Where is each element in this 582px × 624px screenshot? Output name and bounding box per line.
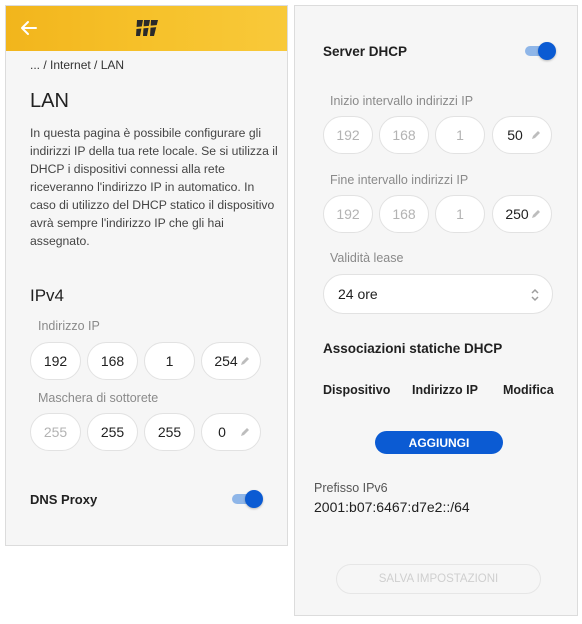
subnet-mask-label: Maschera di sottorete xyxy=(38,391,159,405)
end-octet-1: 192 xyxy=(323,195,373,233)
lease-value: 24 ore xyxy=(338,286,378,302)
dhcp-server-toggle[interactable] xyxy=(525,41,556,61)
back-arrow-icon[interactable] xyxy=(18,17,40,39)
top-bar xyxy=(6,6,287,51)
column-ip-address: Indirizzo IP xyxy=(412,383,478,397)
static-dhcp-title: Associazioni statiche DHCP xyxy=(323,341,503,356)
ipv4-section-title: IPv4 xyxy=(30,286,65,305)
page-title: LAN xyxy=(30,90,69,112)
mask-octet-2[interactable]: 255 xyxy=(87,413,138,451)
column-edit: Modifica xyxy=(503,383,554,397)
page-description: In questa pagina è possibile configurare… xyxy=(30,126,278,248)
breadcrumb[interactable]: ... / Internet / LAN xyxy=(30,58,124,72)
lan-panel: ... / Internet / LAN LAN In questa pagin… xyxy=(5,5,288,546)
pencil-icon xyxy=(532,210,540,218)
brand-logo-icon xyxy=(135,20,159,36)
dhcp-server-label: Server DHCP xyxy=(323,44,408,59)
mask-octet-4[interactable]: 0 xyxy=(201,413,261,451)
start-octet-1: 192 xyxy=(323,116,373,154)
start-octet-4[interactable]: 50 xyxy=(492,116,552,154)
pencil-icon xyxy=(532,131,540,139)
ipv6-prefix-label: Prefisso IPv6 xyxy=(314,481,388,495)
ip-octet-4[interactable]: 254 xyxy=(201,342,261,380)
ipv6-prefix-value: 2001:b07:6467:d7e2::/64 xyxy=(314,499,470,515)
column-device: Dispositivo xyxy=(323,383,391,397)
end-octet-3: 1 xyxy=(435,195,485,233)
dns-proxy-toggle[interactable] xyxy=(232,489,263,509)
ip-octet-3[interactable]: 1 xyxy=(144,342,195,380)
toggle-knob xyxy=(538,42,556,60)
mask-octet-1: 255 xyxy=(30,413,81,451)
ip-octet-1[interactable]: 192 xyxy=(30,342,81,380)
dhcp-panel: Server DHCP Inizio intervallo indirizzi … xyxy=(294,5,578,616)
save-settings-button[interactable]: SALVA IMPOSTAZIONI xyxy=(336,564,541,594)
pencil-icon xyxy=(241,428,249,436)
chevron-up-down-icon xyxy=(531,288,539,302)
ip-octet-2[interactable]: 168 xyxy=(87,342,138,380)
end-octet-4[interactable]: 250 xyxy=(492,195,552,233)
add-button[interactable]: AGGIUNGI xyxy=(375,431,503,454)
toggle-knob xyxy=(245,490,263,508)
ip-address-label: Indirizzo IP xyxy=(38,319,100,333)
start-octet-3: 1 xyxy=(435,116,485,154)
dns-proxy-label: DNS Proxy xyxy=(30,492,98,507)
mask-octet-3[interactable]: 255 xyxy=(144,413,195,451)
lease-label: Validità lease xyxy=(330,251,404,265)
lease-select[interactable]: 24 ore xyxy=(323,274,553,314)
pencil-icon xyxy=(241,357,249,365)
range-end-label: Fine intervallo indirizzi IP xyxy=(330,173,469,187)
range-start-label: Inizio intervallo indirizzi IP xyxy=(330,94,474,108)
end-octet-2: 168 xyxy=(379,195,429,233)
start-octet-2: 168 xyxy=(379,116,429,154)
